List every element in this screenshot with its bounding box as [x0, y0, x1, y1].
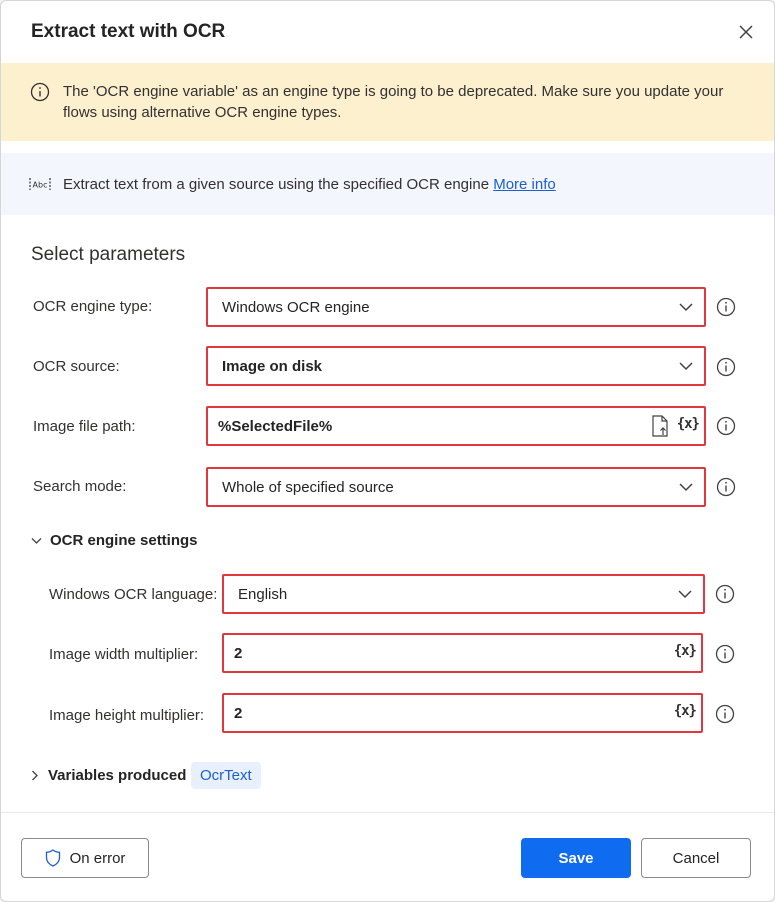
info-icon[interactable]: [715, 644, 735, 664]
on-error-button[interactable]: On error: [21, 838, 149, 878]
description-label: Extract text from a given source using t…: [63, 176, 490, 193]
image-height-multiplier-label: Image height multiplier:: [49, 707, 205, 724]
chevron-down-icon: [31, 537, 42, 544]
info-circle-icon: [30, 82, 50, 102]
footer-divider: [1, 812, 774, 813]
close-icon: [739, 25, 753, 39]
variable-picker-button[interactable]: {x}: [674, 643, 697, 659]
more-info-link[interactable]: More info: [493, 176, 556, 193]
variable-picker-button[interactable]: {x}: [677, 416, 700, 432]
select-parameters-heading: Select parameters: [31, 244, 186, 265]
image-width-multiplier-input[interactable]: 2 {x}: [222, 633, 703, 673]
image-width-multiplier-label: Image width multiplier:: [49, 646, 199, 663]
info-icon[interactable]: [716, 477, 736, 497]
image-height-multiplier-value: 2: [234, 704, 243, 722]
info-icon[interactable]: [715, 584, 735, 604]
description-text: Extract text from a given source using t…: [63, 176, 556, 193]
ocr-engine-type-value: Windows OCR engine: [222, 298, 370, 316]
svg-text:Abc: Abc: [33, 181, 48, 190]
ocr-engine-type-label: OCR engine type:: [33, 298, 153, 315]
file-select-icon[interactable]: [650, 415, 670, 437]
image-file-path-value: %SelectedFile%: [218, 417, 333, 435]
variables-produced-toggle[interactable]: Variables produced: [31, 767, 186, 784]
ocr-engine-settings-toggle[interactable]: OCR engine settings: [31, 532, 198, 549]
warning-text: The 'OCR engine variable' as an engine t…: [63, 83, 724, 121]
image-width-multiplier-value: 2: [234, 644, 243, 662]
info-icon[interactable]: [716, 357, 736, 377]
chevron-down-icon: [679, 303, 693, 312]
extract-text-ocr-dialog: Extract text with OCR The 'OCR engine va…: [0, 0, 775, 902]
search-mode-dropdown[interactable]: Whole of specified source: [206, 467, 706, 507]
ocr-engine-settings-title: OCR engine settings: [50, 532, 198, 549]
shield-icon: [45, 849, 60, 867]
save-button[interactable]: Save: [521, 838, 631, 878]
dialog-title: Extract text with OCR: [31, 21, 226, 42]
deprecation-warning-banner: The 'OCR engine variable' as an engine t…: [1, 63, 774, 141]
abc-text-icon: Abc: [29, 178, 51, 190]
chevron-down-icon: [679, 362, 693, 371]
variables-produced-title: Variables produced: [48, 767, 187, 784]
info-icon[interactable]: [715, 704, 735, 724]
on-error-label: On error: [69, 849, 126, 867]
search-mode-value: Whole of specified source: [222, 478, 394, 496]
chevron-right-icon: [32, 770, 38, 781]
variable-picker-button[interactable]: {x}: [674, 703, 697, 719]
ocr-source-dropdown[interactable]: Image on disk: [206, 346, 706, 386]
image-file-path-input[interactable]: %SelectedFile% {x}: [206, 406, 706, 446]
chevron-down-icon: [679, 483, 693, 492]
image-height-multiplier-input[interactable]: 2 {x}: [222, 693, 703, 733]
description-bar: Abc Extract text from a given source usi…: [1, 153, 774, 215]
variable-chip-ocrtext[interactable]: OcrText: [191, 762, 261, 789]
info-icon[interactable]: [716, 416, 736, 436]
windows-ocr-language-label: Windows OCR language:: [49, 586, 218, 603]
windows-ocr-language-value: English: [238, 585, 288, 603]
ocr-source-value: Image on disk: [222, 357, 323, 375]
ocr-source-label: OCR source:: [33, 358, 120, 375]
windows-ocr-language-dropdown[interactable]: English: [222, 574, 705, 614]
image-file-path-label: Image file path:: [33, 418, 136, 435]
search-mode-label: Search mode:: [33, 478, 127, 495]
close-button[interactable]: [733, 19, 759, 45]
cancel-button[interactable]: Cancel: [641, 838, 751, 878]
chevron-down-icon: [678, 590, 692, 599]
ocr-engine-type-dropdown[interactable]: Windows OCR engine: [206, 287, 706, 327]
info-icon[interactable]: [716, 297, 736, 317]
